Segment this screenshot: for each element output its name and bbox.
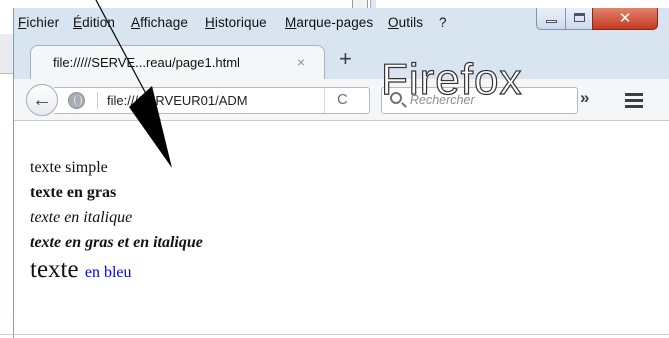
- maximize-button[interactable]: [565, 8, 593, 30]
- text-simple: texte simple: [30, 159, 108, 176]
- minimize-icon: [546, 20, 557, 23]
- url-separator: [97, 92, 98, 109]
- tab-close-icon[interactable]: ×: [297, 54, 305, 70]
- page-content: texte simple texte en gras texte en ital…: [14, 121, 669, 338]
- arrow-left-icon: ←: [32, 89, 52, 111]
- text-italic: texte en italique: [30, 209, 133, 226]
- menu-bar: Fichier Édition Affichage Historique Mar…: [14, 8, 669, 39]
- menu-marque-pages[interactable]: Marque-pages: [285, 15, 373, 30]
- firefox-annotation-label: Firefox: [380, 55, 523, 104]
- text-bold: texte en gras: [30, 184, 117, 201]
- menu-outils[interactable]: Outils: [388, 15, 423, 30]
- text-bold-italic: texte en gras et en italique: [30, 234, 203, 251]
- toolbar-overflow-button[interactable]: »: [580, 88, 589, 108]
- menu-help[interactable]: ?: [439, 15, 447, 30]
- menu-edition[interactable]: Édition: [73, 15, 115, 30]
- text-large: texte: [30, 256, 79, 283]
- url-text[interactable]: file:///SERVEUR01/ADM: [107, 93, 317, 108]
- tab-title: file://///SERVE...reau/page1.html: [53, 55, 240, 70]
- url-bar[interactable]: file:///SERVEUR01/ADM C: [54, 87, 370, 114]
- new-tab-button[interactable]: +: [339, 48, 352, 70]
- hamburger-menu-icon[interactable]: [625, 93, 643, 108]
- back-button[interactable]: ←: [26, 84, 58, 116]
- reload-icon[interactable]: C: [337, 91, 348, 108]
- navigation-toolbar: file:///SERVEUR01/ADM C ← Rechercher »: [14, 79, 669, 121]
- text-blue: en bleu: [84, 264, 132, 281]
- menu-historique[interactable]: Historique: [205, 15, 267, 30]
- tab-page1[interactable]: file://///SERVE...reau/page1.html ×: [30, 45, 325, 79]
- minimize-button[interactable]: [536, 8, 566, 30]
- window-bottom-edge: [0, 334, 669, 335]
- menu-fichier[interactable]: Fichier: [18, 15, 59, 30]
- menu-affichage[interactable]: Affichage: [131, 15, 188, 30]
- maximize-icon: [574, 13, 585, 22]
- close-window-button[interactable]: ✕: [592, 8, 658, 30]
- reload-separator: [324, 88, 325, 113]
- tab-strip: file://///SERVE...reau/page1.html × +: [14, 39, 669, 79]
- firefox-window: Fichier Édition Affichage Historique Mar…: [13, 8, 669, 338]
- globe-icon[interactable]: [68, 92, 85, 109]
- close-icon: ✕: [618, 10, 632, 27]
- text-large-line: texte en bleu: [30, 256, 132, 284]
